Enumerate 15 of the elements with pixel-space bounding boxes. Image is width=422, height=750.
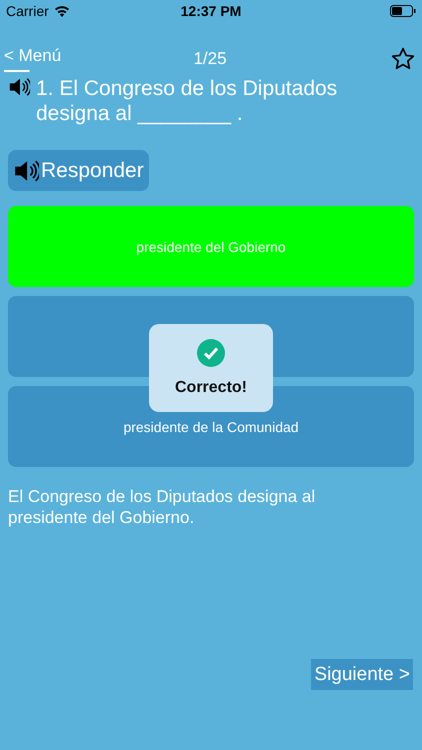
listen-button[interactable]: Responder [8, 150, 149, 191]
explanation-text: El Congreso de los Diputados designa al presidente del Gobierno. [8, 486, 316, 528]
status-time: 12:37 PM [180, 3, 242, 19]
next-button[interactable]: Siguiente > [311, 659, 413, 690]
check-icon [197, 339, 225, 367]
speaker-icon [13, 158, 39, 184]
speaker-icon [8, 76, 30, 98]
wifi-icon [54, 5, 70, 17]
question-text: 1. El Congreso de los Diputados designa al ________ . [36, 76, 338, 126]
carrier-label: Carrier [6, 3, 49, 19]
star-icon [390, 46, 416, 72]
back-button[interactable]: < Menú [4, 46, 62, 72]
favorite-button[interactable] [390, 46, 416, 72]
progress-counter: 1/25 [193, 49, 227, 69]
battery-icon [390, 5, 416, 17]
